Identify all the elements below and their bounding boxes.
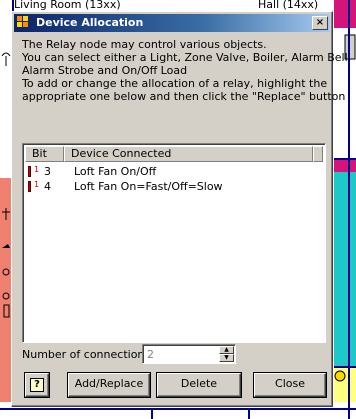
background-room-title: Living Room (13xx) <box>14 0 121 10</box>
connections-value: 2 <box>147 348 154 361</box>
spin-up-icon[interactable]: ▲ <box>219 346 234 354</box>
column-header-filler <box>313 146 323 162</box>
relay-icon: 1 <box>27 165 41 178</box>
instruction-line: Alarm Strobe and On/Off Load <box>22 64 188 77</box>
list-item[interactable]: 1 3 Loft Fan On/Off <box>25 164 323 179</box>
delete-button[interactable]: Delete <box>156 372 242 398</box>
column-header-bit[interactable]: Bit <box>25 146 64 162</box>
help-button[interactable]: ? <box>24 372 50 398</box>
close-button[interactable]: Close <box>253 372 327 398</box>
instruction-line: You can select either a Light, Zone Valv… <box>22 51 352 64</box>
room-teal-area <box>334 172 356 368</box>
add-replace-button[interactable]: Add/Replace <box>67 372 151 398</box>
app-icon <box>17 16 31 30</box>
list-item[interactable]: 1 4 Loft Fan On=Fast/Off=Slow <box>25 179 323 194</box>
instruction-line: The Relay node may control various objec… <box>22 38 267 51</box>
dialog-title: Device Allocation <box>36 16 144 29</box>
relay-icon: 1 <box>27 180 41 193</box>
instructions-text: The Relay node may control various objec… <box>22 38 352 103</box>
row-device: Loft Fan On=Fast/Off=Slow <box>74 180 223 193</box>
background-room-title: Hall (14xx) <box>258 0 319 10</box>
connections-spinner[interactable]: 2 ▲ ▼ <box>142 344 236 364</box>
row-bit: 3 <box>44 165 51 178</box>
instruction-line: To add or change the allocation of a rel… <box>22 77 328 90</box>
row-bit: 4 <box>44 180 51 193</box>
spin-down-icon[interactable]: ▼ <box>219 354 234 362</box>
connections-label: Number of connections <box>22 348 151 361</box>
device-allocation-dialog: Device Allocation × The Relay node may c… <box>11 11 352 407</box>
instruction-line: appropriate one below and then click the… <box>22 90 346 103</box>
row-device: Loft Fan On/Off <box>74 165 157 178</box>
dialog-titlebar[interactable]: Device Allocation × <box>14 14 330 32</box>
column-header-device[interactable]: Device Connected <box>64 146 313 162</box>
help-icon: ? <box>30 378 44 392</box>
list-header: Bit Device Connected <box>25 146 323 162</box>
device-list[interactable]: Bit Device Connected 1 3 Loft Fan On/Off… <box>22 143 326 343</box>
close-icon[interactable]: × <box>312 16 328 30</box>
